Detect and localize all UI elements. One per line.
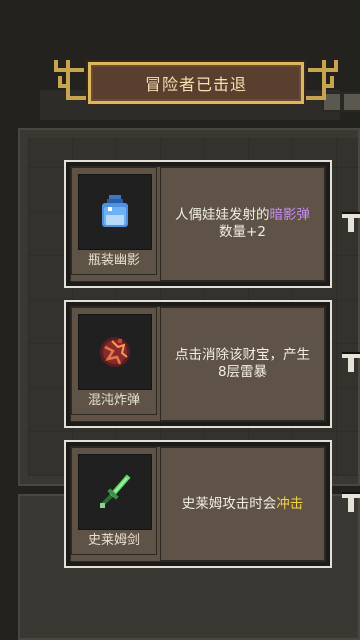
chaos-bomb-icon — [100, 337, 130, 367]
reward-card-slime-sword[interactable]: 史莱姆剑 史莱姆攻击时会冲击 — [64, 440, 332, 568]
side-marker-icon — [342, 212, 360, 232]
side-marker-icon — [342, 352, 360, 372]
background-slot-icon — [342, 92, 360, 112]
item-description: 史莱姆攻击时会冲击 — [181, 495, 304, 512]
item-description: 人偶娃娃发射的暗影弹数量+2 — [175, 207, 311, 240]
reward-card-bottled-shadow[interactable]: 瓶装幽影 人偶娃娃发射的暗影弹数量+2 — [64, 160, 332, 288]
slime-sword-icon — [100, 474, 131, 508]
item-description: 点击消除该财宝，产生8层雷暴 — [175, 347, 310, 380]
banner-title: 冒险者已击退 — [144, 75, 247, 94]
item-name: 瓶装幽影 — [87, 253, 140, 268]
description-panel: 史莱姆攻击时会冲击 — [160, 447, 325, 561]
description-panel: 点击消除该财宝，产生8层雷暴 — [160, 307, 325, 421]
highlight-keyword: 冲击 — [276, 495, 304, 512]
side-marker-icon — [342, 492, 360, 512]
reward-card-chaos-bomb[interactable]: 混沌炸弹 点击消除该财宝，产生8层雷暴 — [64, 300, 332, 428]
item-name: 混沌炸弹 — [87, 393, 140, 408]
item-image — [78, 174, 152, 250]
item-image — [78, 314, 152, 390]
left-ornament-icon — [54, 60, 86, 100]
item-image — [78, 454, 152, 530]
bottled-shadow-icon — [102, 195, 128, 227]
right-ornament-icon — [306, 60, 338, 100]
item-box: 混沌炸弹 — [71, 307, 157, 415]
item-name: 史莱姆剑 — [87, 533, 140, 548]
item-box: 史莱姆剑 — [71, 447, 157, 555]
description-panel: 人偶娃娃发射的暗影弹数量+2 — [160, 167, 325, 281]
title-banner: 冒险者已击退 — [88, 62, 304, 104]
item-box: 瓶装幽影 — [71, 167, 157, 275]
highlight-keyword: 暗影弹 — [269, 207, 311, 223]
